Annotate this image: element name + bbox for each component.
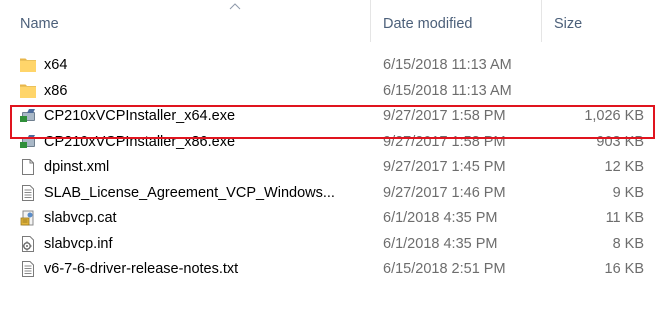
folder-icon: [20, 84, 36, 98]
file-size: 12 KB: [604, 159, 645, 175]
file-date-modified: 6/15/2018 11:13 AM: [383, 82, 512, 99]
column-header-bar: Name Date modified Size: [0, 0, 662, 42]
installer-exe-icon: [20, 109, 35, 122]
file-name: x64: [44, 57, 68, 73]
file-date-modified: 9/27/2017 1:58 PM: [383, 133, 506, 150]
file-name: v6-7-6-driver-release-notes.txt: [44, 261, 239, 277]
file-name: dpinst.xml: [44, 159, 110, 175]
file-date-modified: 9/27/2017 1:45 PM: [383, 159, 506, 175]
file-name: x86: [44, 82, 68, 99]
blank-file-icon: [22, 159, 34, 175]
file-size: 1,026 KB: [584, 108, 644, 124]
file-row-slab-license-agreement[interactable]: SLAB_License_Agreement_VCP_Windows... 9/…: [0, 181, 662, 207]
file-row-slabvcp-inf[interactable]: slabvcp.inf 6/1/2018 4:35 PM 8 KB: [0, 232, 662, 258]
folder-icon: [20, 58, 36, 72]
file-name: CP210xVCPInstaller_x86.exe: [44, 133, 236, 150]
file-row-dpinst-xml[interactable]: dpinst.xml 9/27/2017 1:45 PM 12 KB: [0, 155, 662, 181]
file-name: slabvcp.cat: [44, 210, 117, 226]
file-date-modified: 9/27/2017 1:46 PM: [383, 184, 506, 201]
security-catalog-icon: [20, 210, 34, 226]
column-header-name[interactable]: Name: [20, 14, 59, 34]
file-size: 9 KB: [612, 184, 644, 201]
file-size: 16 KB: [604, 261, 645, 277]
file-name: SLAB_License_Agreement_VCP_Windows...: [44, 184, 335, 201]
column-divider[interactable]: [541, 0, 542, 42]
file-row-release-notes-txt[interactable]: v6-7-6-driver-release-notes.txt 6/15/201…: [0, 257, 662, 283]
file-list-view: Name Date modified Size x64 6/15/2018 11…: [0, 0, 662, 311]
file-date-modified: 6/1/2018 4:35 PM: [383, 235, 498, 252]
text-file-icon: [22, 261, 34, 277]
file-size: 11 KB: [605, 210, 644, 226]
sort-up-arrow-icon: [229, 3, 241, 10]
file-size: 903 KB: [596, 133, 644, 150]
column-header-date-modified[interactable]: Date modified: [383, 14, 472, 34]
file-row-slabvcp-cat[interactable]: slabvcp.cat 6/1/2018 4:35 PM 11 KB: [0, 206, 662, 232]
file-size: 8 KB: [612, 235, 644, 252]
text-file-icon: [22, 184, 34, 201]
file-date-modified: 6/1/2018 4:35 PM: [383, 210, 498, 226]
file-row-cp210x-installer-x64[interactable]: CP210xVCPInstaller_x64.exe 9/27/2017 1:5…: [0, 104, 662, 130]
column-divider[interactable]: [370, 0, 371, 42]
file-row-x86[interactable]: x86 6/15/2018 11:13 AM: [0, 79, 662, 105]
file-date-modified: 9/27/2017 1:58 PM: [383, 108, 506, 124]
file-rows: x64 6/15/2018 11:13 AM x86 6/15/2018 11:…: [0, 53, 662, 283]
column-header-size[interactable]: Size: [554, 14, 582, 34]
file-row-x64[interactable]: x64 6/15/2018 11:13 AM: [0, 53, 662, 79]
file-row-cp210x-installer-x86[interactable]: CP210xVCPInstaller_x86.exe 9/27/2017 1:5…: [0, 130, 662, 156]
file-name: CP210xVCPInstaller_x64.exe: [44, 108, 236, 124]
file-date-modified: 6/15/2018 11:13 AM: [383, 57, 512, 73]
setup-information-icon: [22, 235, 34, 252]
file-date-modified: 6/15/2018 2:51 PM: [383, 261, 506, 277]
file-name: slabvcp.inf: [44, 235, 113, 252]
installer-exe-icon: [20, 134, 35, 148]
